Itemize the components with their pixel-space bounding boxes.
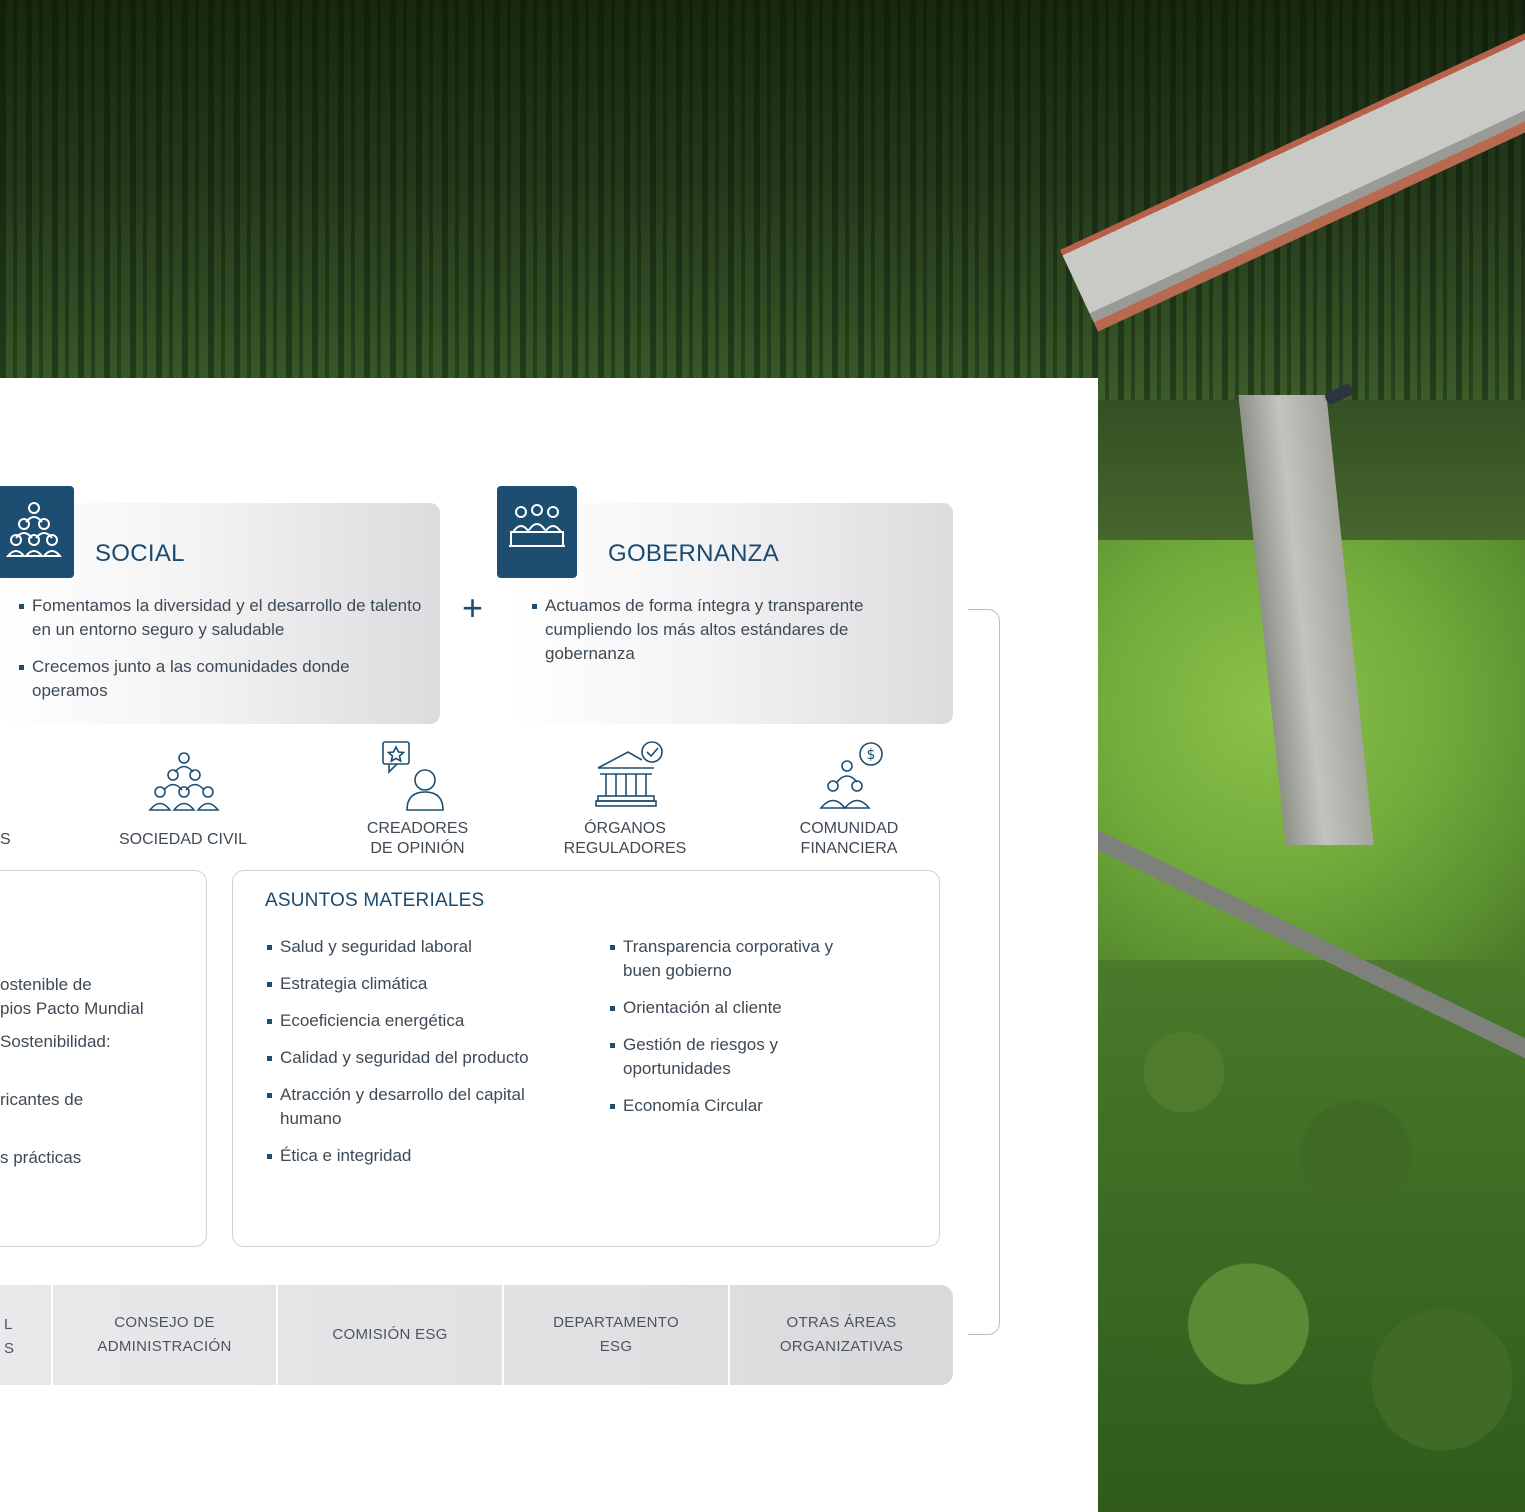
left-cropped-box <box>0 870 207 1247</box>
material-issue: Calidad y seguridad del producto <box>265 1046 595 1070</box>
material-issue: Gestión de riesgos y oportunidades <box>608 1033 823 1081</box>
material-issue: Orientación al cliente <box>608 996 908 1020</box>
plus-sign: + <box>462 587 484 628</box>
label-line: DE OPINIÓN <box>370 840 465 857</box>
social-bullet: Crecemos junto a las comunidades donde o… <box>17 655 429 703</box>
social-bullet: Fomentamos la diversidad y el desarrollo… <box>17 594 429 642</box>
bar-line: ESG <box>599 1338 633 1355</box>
bar-cell-other-areas: OTRAS ÁREAS ORGANIZATIVAS <box>730 1285 953 1385</box>
material-issue: Salud y seguridad laboral <box>265 935 595 959</box>
left-box-line: Sostenibilidad: <box>0 1032 111 1051</box>
board-meeting-icon <box>509 504 565 547</box>
bar-line: OTRAS ÁREAS <box>786 1314 897 1331</box>
stakeholder-regulators-label: ÓRGANOS REGULADORES <box>540 819 710 859</box>
stakeholder-financial-community-label: COMUNIDAD FINANCIERA <box>770 819 928 859</box>
material-issue: Ética e integridad <box>265 1144 595 1168</box>
financial-community-icon: $ <box>819 742 883 809</box>
stakeholder-partial-label: ES <box>0 831 11 848</box>
bar-line: S <box>4 1340 15 1357</box>
bar-line: ORGANIZATIVAS <box>779 1338 904 1355</box>
svg-text:$: $ <box>867 747 876 763</box>
regulators-icon <box>595 741 663 807</box>
content-card: SOCIAL Fomentamos la diversidad y el des… <box>0 378 1098 1512</box>
bar-cell-esg-department: DEPARTAMENTO ESG <box>504 1285 728 1385</box>
material-issue: Ecoeficiencia energética <box>265 1009 595 1033</box>
material-issue: Economía Circular <box>608 1094 908 1118</box>
right-bracket <box>968 609 1000 1335</box>
left-box-line: ostenible de <box>0 975 92 994</box>
bar-partial-cell: L S <box>4 1313 14 1361</box>
material-issue: Atracción y desarrollo del capital human… <box>265 1083 580 1131</box>
photo-trees <box>1098 960 1525 1512</box>
bar-line: DEPARTAMENTO <box>553 1314 679 1331</box>
bar-cell-board: CONSEJO DE ADMINISTRACIÓN <box>53 1285 276 1385</box>
social-title: SOCIAL <box>95 540 185 567</box>
governance-title: GOBERNANZA <box>608 540 780 567</box>
governance-bullet: Actuamos de forma íntegra y transparente… <box>530 594 935 666</box>
material-issue: Estrategia climática <box>265 972 595 996</box>
governance-icon-tile <box>497 486 577 578</box>
left-box-line: ricantes de <box>0 1090 84 1109</box>
stakeholder-civil-society-label: SOCIEDAD CIVIL <box>118 831 248 848</box>
bar-line: CONSEJO DE <box>114 1314 215 1331</box>
governance-structure-bar: L S CONSEJO DE ADMINISTRACIÓN COMISIÓN E… <box>0 1285 953 1385</box>
social-bullets: Fomentamos la diversidad y el desarrollo… <box>17 594 429 716</box>
label-line: ÓRGANOS <box>584 820 666 837</box>
material-issues-column-2: Transparencia corporativa y buen gobiern… <box>608 935 908 1131</box>
material-issue: Transparencia corporativa y buen gobiern… <box>608 935 873 983</box>
stakeholder-opinion-makers-label: CREADORES DE OPINIÓN <box>340 819 495 859</box>
social-icon-tile <box>0 486 74 578</box>
community-icon <box>5 502 63 557</box>
material-issues-title: ASUNTOS MATERIALES <box>265 890 485 911</box>
civil-society-icon <box>148 752 220 811</box>
label-line: COMUNIDAD <box>799 820 899 837</box>
bar-cell-esg-committee: COMISIÓN ESG <box>332 1326 448 1343</box>
bar-line: ADMINISTRACIÓN <box>97 1338 232 1355</box>
left-box-line: s prácticas <box>0 1148 82 1167</box>
label-line: REGULADORES <box>563 840 687 857</box>
governance-bullets: Actuamos de forma íntegra y transparente… <box>530 594 935 679</box>
bar-line: L <box>4 1316 13 1333</box>
label-line: CREADORES <box>366 820 469 837</box>
label-line: FINANCIERA <box>800 840 898 857</box>
opinion-makers-icon <box>382 741 444 811</box>
left-box-line: pios Pacto Mundial <box>0 999 144 1018</box>
material-issues-column-1: Salud y seguridad laboral Estrategia cli… <box>265 935 595 1181</box>
